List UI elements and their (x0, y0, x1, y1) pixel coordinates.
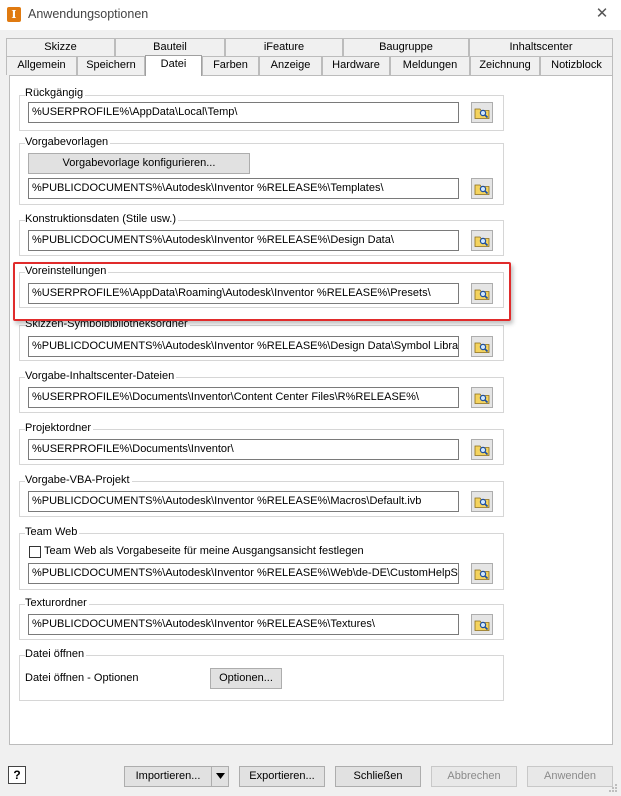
tab-speichern[interactable]: Speichern (77, 56, 145, 75)
folder-search-icon (474, 445, 490, 456)
tab-zeichnung[interactable]: Zeichnung (470, 56, 540, 75)
team-web-label: Team Web (25, 526, 80, 538)
tab-datei[interactable]: Datei (145, 55, 202, 76)
textures-label: Texturordner (25, 597, 89, 609)
tab-farben[interactable]: Farben (202, 56, 259, 75)
templates-label: Vorgabevorlagen (25, 136, 111, 148)
team-web-checkbox[interactable] (29, 546, 41, 558)
project-folder-browse-button[interactable] (471, 439, 493, 460)
undo-label: Rückgängig (25, 87, 86, 99)
design-data-path-field[interactable]: %PUBLICDOCUMENTS%\Autodesk\Inventor %REL… (28, 230, 459, 251)
tab-baugruppe[interactable]: Baugruppe (343, 38, 469, 57)
folder-search-icon (474, 342, 490, 353)
team-web-path-field[interactable]: %PUBLICDOCUMENTS%\Autodesk\Inventor %REL… (28, 563, 459, 584)
folder-search-icon (474, 620, 490, 631)
folder-search-icon (474, 393, 490, 404)
team-web-browse-button[interactable] (471, 563, 493, 584)
resize-grip-icon[interactable] (608, 783, 618, 793)
templates-path-field[interactable]: %PUBLICDOCUMENTS%\Autodesk\Inventor %REL… (28, 178, 459, 199)
folder-search-icon (474, 108, 490, 119)
cancel-button[interactable]: Abbrechen (431, 766, 517, 787)
file-open-options-button[interactable]: Optionen... (210, 668, 282, 689)
undo-path-field[interactable]: %USERPROFILE%\AppData\Local\Temp\ (28, 102, 459, 123)
help-icon[interactable]: ? (8, 766, 26, 784)
dropdown-arrow-icon (215, 773, 225, 779)
tab-ifeature[interactable]: iFeature (225, 38, 343, 57)
folder-search-icon (474, 184, 490, 195)
content-center-label: Vorgabe-Inhaltscenter-Dateien (25, 370, 177, 382)
title-bar: I Anwendungsoptionen ✕ (0, 0, 621, 30)
tab-meldungen[interactable]: Meldungen (390, 56, 470, 75)
file-open-options-label: Datei öffnen - Optionen (25, 672, 139, 684)
import-button[interactable]: Importieren... (124, 766, 212, 787)
folder-search-icon (474, 497, 490, 508)
configure-template-button[interactable]: Vorgabevorlage konfigurieren... (28, 153, 250, 174)
window-title: Anwendungsoptionen (28, 7, 149, 21)
tab-anzeige[interactable]: Anzeige (259, 56, 322, 75)
project-folder-path-field[interactable]: %USERPROFILE%\Documents\Inventor\ (28, 439, 459, 460)
design-data-label: Konstruktionsdaten (Stile usw.) (25, 213, 179, 225)
folder-search-icon (474, 236, 490, 247)
folder-search-icon (474, 289, 490, 300)
presets-path-field[interactable]: %USERPROFILE%\AppData\Roaming\Autodesk\I… (28, 283, 459, 304)
sketch-symbols-path-field[interactable]: %PUBLICDOCUMENTS%\Autodesk\Inventor %REL… (28, 336, 459, 357)
export-button[interactable]: Exportieren... (239, 766, 325, 787)
close-icon[interactable]: ✕ (591, 4, 613, 24)
apply-button[interactable]: Anwenden (527, 766, 613, 787)
presets-label: Voreinstellungen (25, 265, 109, 277)
sketch-symbols-browse-button[interactable] (471, 336, 493, 357)
tab-hardware[interactable]: Hardware (322, 56, 390, 75)
project-folder-label: Projektordner (25, 422, 94, 434)
undo-browse-button[interactable] (471, 102, 493, 123)
close-button[interactable]: Schließen (335, 766, 421, 787)
inventor-app-icon: I (7, 7, 21, 22)
templates-browse-button[interactable] (471, 178, 493, 199)
vba-project-browse-button[interactable] (471, 491, 493, 512)
presets-browse-button[interactable] (471, 283, 493, 304)
tab-inhaltscenter[interactable]: Inhaltscenter (469, 38, 613, 57)
vba-project-label: Vorgabe-VBA-Projekt (25, 474, 132, 486)
file-open-label: Datei öffnen (25, 648, 87, 660)
content-center-path-field[interactable]: %USERPROFILE%\Documents\Inventor\Content… (28, 387, 459, 408)
tab-notizblock[interactable]: Notizblock (540, 56, 613, 75)
tab-allgemein[interactable]: Allgemein (6, 56, 77, 75)
textures-browse-button[interactable] (471, 614, 493, 635)
tab-skizze[interactable]: Skizze (6, 38, 115, 57)
folder-search-icon (474, 569, 490, 580)
vba-project-path-field[interactable]: %PUBLICDOCUMENTS%\Autodesk\Inventor %REL… (28, 491, 459, 512)
import-dropdown-button[interactable] (211, 766, 229, 787)
content-center-browse-button[interactable] (471, 387, 493, 408)
textures-path-field[interactable]: %PUBLICDOCUMENTS%\Autodesk\Inventor %REL… (28, 614, 459, 635)
sketch-symbols-label: Skizzen-Symbolbibliotheksordner (25, 318, 190, 330)
design-data-browse-button[interactable] (471, 230, 493, 251)
team-web-checkbox-label[interactable]: Team Web als Vorgabeseite für meine Ausg… (44, 545, 366, 557)
